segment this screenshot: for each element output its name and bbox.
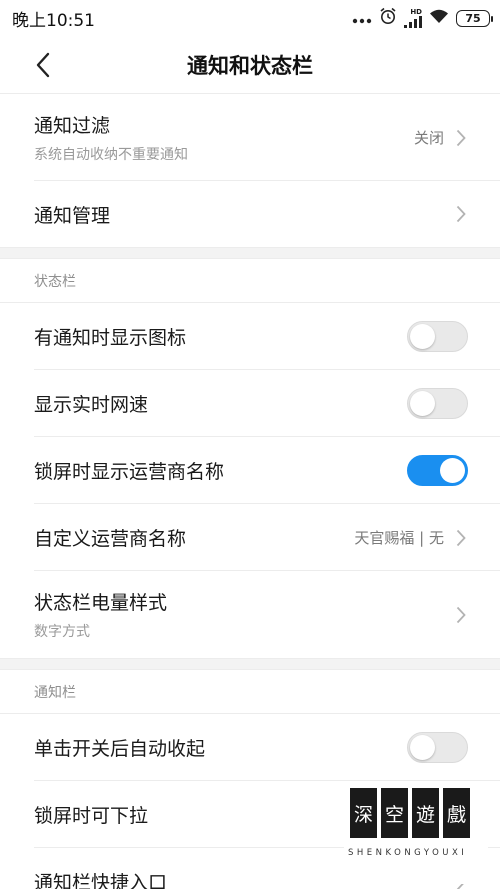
watermark-char: 戲 [443, 788, 470, 838]
notification-filter-title: 通知过滤 [34, 115, 111, 137]
toggle-knob [410, 391, 435, 416]
watermark-char: 遊 [412, 788, 439, 838]
notification-filter-row[interactable]: 通知过滤 系统自动收纳不重要通知 关闭 [0, 94, 500, 181]
show-icon-on-notify-toggle[interactable] [407, 321, 468, 352]
show-icon-on-notify-row[interactable]: 有通知时显示图标 [0, 303, 500, 370]
status-bar: 晚上10:51 HD 75 [0, 0, 500, 36]
status-bar-section-label: 状态栏 [0, 259, 500, 303]
custom-carrier-row[interactable]: 自定义运营商名称 天官赐福 | 无 [0, 504, 500, 571]
custom-carrier-title: 自定义运营商名称 [34, 528, 187, 550]
wifi-icon [429, 8, 449, 28]
watermark-logo: 深 空 遊 戲 SHENKONGYOUXI [344, 788, 488, 884]
chevron-right-icon [456, 129, 468, 147]
watermark-char: 深 [350, 788, 377, 838]
show-net-speed-toggle[interactable] [407, 388, 468, 419]
toggle-knob [410, 735, 435, 760]
show-carrier-on-lock-toggle[interactable] [407, 455, 468, 486]
alarm-icon [379, 7, 397, 29]
auto-collapse-row[interactable]: 单击开关后自动收起 [0, 714, 500, 781]
battery-style-row[interactable]: 状态栏电量样式 数字方式 [0, 571, 500, 658]
watermark-text: SHENKONGYOUXI [348, 848, 468, 858]
battery-style-title: 状态栏电量样式 [34, 592, 168, 614]
auto-collapse-toggle[interactable] [407, 732, 468, 763]
notification-filter-subtitle: 系统自动收纳不重要通知 [34, 147, 188, 163]
toggle-knob [440, 458, 465, 483]
notification-management-row[interactable]: 通知管理 [0, 181, 500, 247]
more-dots-icon [352, 9, 372, 28]
page-title: 通知和状态栏 [187, 53, 313, 78]
notification-bar-section-label: 通知栏 [0, 670, 500, 714]
show-icon-on-notify-title: 有通知时显示图标 [34, 327, 187, 349]
pull-down-on-lock-title: 锁屏时可下拉 [34, 805, 149, 827]
chevron-right-icon [456, 205, 468, 223]
show-net-speed-row[interactable]: 显示实时网速 [0, 370, 500, 437]
section-gap [0, 658, 500, 670]
auto-collapse-title: 单击开关后自动收起 [34, 738, 206, 760]
show-carrier-on-lock-row[interactable]: 锁屏时显示运营商名称 [0, 437, 500, 504]
header: 通知和状态栏 [0, 36, 500, 94]
chevron-right-icon [456, 529, 468, 547]
battery-indicator: 75 [456, 9, 493, 27]
quick-entry-title: 通知栏快捷入口 [34, 872, 168, 889]
battery-style-subtitle: 数字方式 [34, 624, 90, 640]
status-time: 晚上10:51 [12, 10, 95, 31]
watermark-char: 空 [381, 788, 408, 838]
signal-icon: HD [404, 7, 422, 28]
show-carrier-on-lock-title: 锁屏时显示运营商名称 [34, 461, 225, 483]
show-net-speed-title: 显示实时网速 [34, 394, 149, 416]
custom-carrier-value: 天官赐福 | 无 [354, 529, 444, 547]
back-arrow-icon [36, 52, 50, 78]
status-icons: HD 75 [352, 7, 493, 29]
back-button[interactable] [26, 48, 60, 82]
toggle-knob [410, 324, 435, 349]
section-gap [0, 247, 500, 259]
notification-filter-value: 关闭 [413, 129, 444, 147]
chevron-right-icon [456, 606, 468, 624]
notification-management-title: 通知管理 [34, 204, 111, 227]
network-badge: HD [410, 7, 422, 16]
